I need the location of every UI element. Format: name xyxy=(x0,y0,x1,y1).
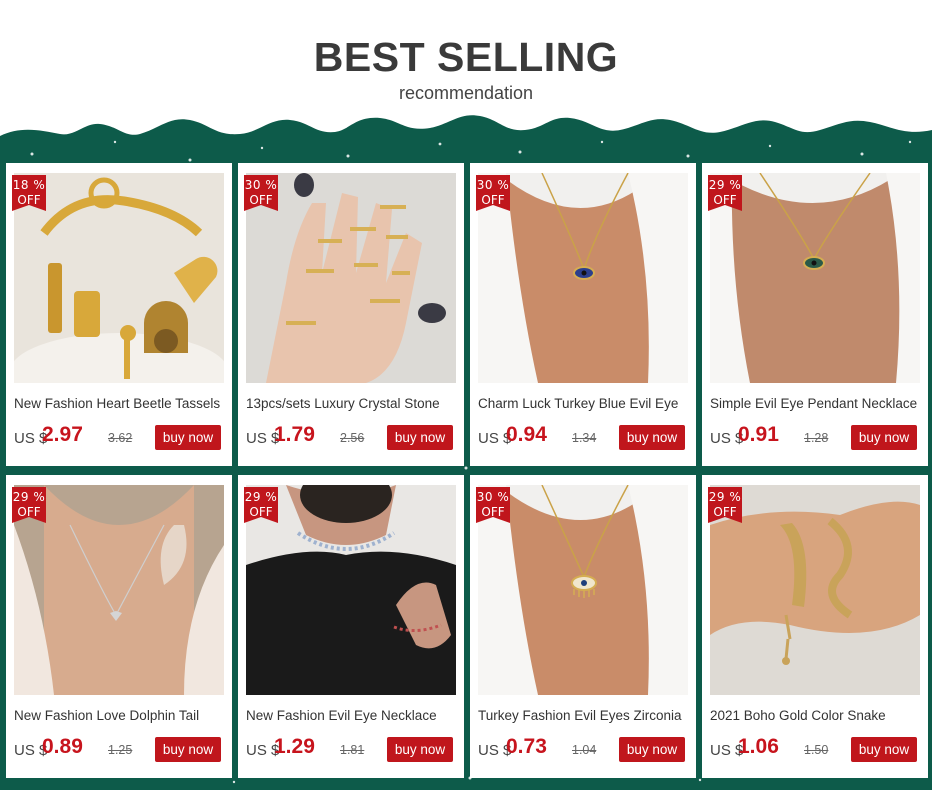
discount-off-label: OFF xyxy=(17,193,41,207)
discount-percent: 30 % xyxy=(476,178,510,192)
price-row: US $0.73 1.04 buy now xyxy=(478,735,692,763)
discount-badge: 30 % OFF xyxy=(476,487,510,523)
discount-badge: 30 % OFF xyxy=(244,175,278,211)
sale-price: 1.29 xyxy=(274,735,315,758)
product-card[interactable]: 29 % OFF 2021 Boho Gold Color Snake US $1.0… xyxy=(702,475,928,778)
product-card[interactable]: 30 % OFF Charm Luck Turkey Blue Evil Eye US… xyxy=(470,163,696,466)
buy-now-button[interactable]: buy now xyxy=(387,425,453,450)
original-price: 1.25 xyxy=(108,743,133,757)
product-name[interactable]: Charm Luck Turkey Blue Evil Eye xyxy=(478,396,692,411)
section-header: BEST SELLING recommendation xyxy=(0,0,932,120)
price-row: US $0.91 1.28 buy now xyxy=(710,423,924,451)
sale-price: 1.06 xyxy=(738,735,779,758)
buy-now-button[interactable]: buy now xyxy=(619,425,685,450)
product-name[interactable]: 2021 Boho Gold Color Snake xyxy=(710,708,924,723)
price-row: US $0.94 1.34 buy now xyxy=(478,423,692,451)
original-price: 1.81 xyxy=(340,743,365,757)
discount-percent: 30 % xyxy=(476,490,510,504)
discount-percent: 30 % xyxy=(244,178,278,192)
product-card[interactable]: 29 % OFF New Fashion Love Dolphin Tail US $… xyxy=(6,475,232,778)
sale-price: 0.91 xyxy=(738,423,779,446)
discount-off-label: OFF xyxy=(481,505,505,519)
discount-off-label: OFF xyxy=(713,505,737,519)
discount-badge: 29 % OFF xyxy=(244,487,278,523)
discount-badge: 18 % OFF xyxy=(12,175,46,211)
original-price: 1.28 xyxy=(804,431,829,445)
buy-now-button[interactable]: buy now xyxy=(851,425,917,450)
product-card[interactable]: 29 % OFF Simple Evil Eye Pendant Necklace U… xyxy=(702,163,928,466)
section-title: BEST SELLING xyxy=(313,34,619,80)
discount-percent: 29 % xyxy=(244,490,278,504)
product-card[interactable]: 18 % OFF New Fashion Heart Beetle Tassels U… xyxy=(6,163,232,466)
product-name[interactable]: New Fashion Love Dolphin Tail xyxy=(14,708,228,723)
product-card[interactable]: 29 % OFF New Fashion Evil Eye Necklace US $… xyxy=(238,475,464,778)
product-name[interactable]: Turkey Fashion Evil Eyes Zirconia xyxy=(478,708,692,723)
price-row: US $1.79 2.56 buy now xyxy=(246,423,460,451)
discount-off-label: OFF xyxy=(249,193,273,207)
price-row: US $0.89 1.25 buy now xyxy=(14,735,228,763)
discount-badge: 29 % OFF xyxy=(12,487,46,523)
discount-percent: 29 % xyxy=(708,178,742,192)
buy-now-button[interactable]: buy now xyxy=(387,737,453,762)
product-card[interactable]: 30 % OFF 13pcs/sets Luxury Crystal Stone US… xyxy=(238,163,464,466)
discount-badge: 30 % OFF xyxy=(476,175,510,211)
product-name[interactable]: Simple Evil Eye Pendant Necklace xyxy=(710,396,924,411)
product-card[interactable]: 30 % OFF Turkey Fashion Evil Eyes Zirconia… xyxy=(470,475,696,778)
discount-percent: 29 % xyxy=(12,490,46,504)
sale-price: 0.94 xyxy=(506,423,547,446)
original-price: 2.56 xyxy=(340,431,365,445)
buy-now-button[interactable]: buy now xyxy=(851,737,917,762)
sale-price: 0.73 xyxy=(506,735,547,758)
original-price: 1.34 xyxy=(572,431,597,445)
buy-now-button[interactable]: buy now xyxy=(155,425,221,450)
discount-off-label: OFF xyxy=(481,193,505,207)
discount-off-label: OFF xyxy=(249,505,273,519)
buy-now-button[interactable]: buy now xyxy=(155,737,221,762)
original-price: 1.50 xyxy=(804,743,829,757)
product-name[interactable]: New Fashion Evil Eye Necklace xyxy=(246,708,460,723)
discount-percent: 18 % xyxy=(12,178,46,192)
original-price: 3.62 xyxy=(108,431,133,445)
section-subtitle: recommendation xyxy=(398,83,534,103)
discount-off-label: OFF xyxy=(713,193,737,207)
price-row: US $2.97 3.62 buy now xyxy=(14,423,228,451)
original-price: 1.04 xyxy=(572,743,597,757)
product-name[interactable]: 13pcs/sets Luxury Crystal Stone xyxy=(246,396,460,411)
discount-badge: 29 % OFF xyxy=(708,175,742,211)
discount-badge: 29 % OFF xyxy=(708,487,742,523)
price-row: US $1.29 1.81 buy now xyxy=(246,735,460,763)
sale-price: 0.89 xyxy=(42,735,83,758)
sale-price: 1.79 xyxy=(274,423,315,446)
discount-off-label: OFF xyxy=(17,505,41,519)
discount-percent: 29 % xyxy=(708,490,742,504)
sale-price: 2.97 xyxy=(42,423,83,446)
product-name[interactable]: New Fashion Heart Beetle Tassels xyxy=(14,396,228,411)
buy-now-button[interactable]: buy now xyxy=(619,737,685,762)
product-grid: 18 % OFF New Fashion Heart Beetle Tassels U… xyxy=(6,163,928,788)
price-row: US $1.06 1.50 buy now xyxy=(710,735,924,763)
